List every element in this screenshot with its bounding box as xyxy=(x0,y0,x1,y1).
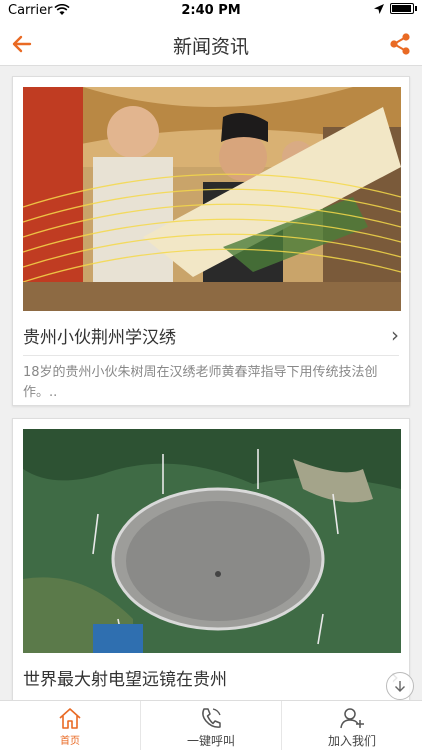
home-icon xyxy=(59,708,81,729)
battery-icon xyxy=(390,3,417,14)
scroll-to-bottom-button[interactable] xyxy=(386,672,414,700)
radio-telescope-photo xyxy=(23,429,401,653)
tab-label: 加入我们 xyxy=(327,734,376,748)
share-icon[interactable] xyxy=(386,30,414,58)
embroidery-photo xyxy=(23,87,401,311)
chevron-right-icon[interactable]: › xyxy=(391,323,399,347)
news-list[interactable]: 贵州小伙荆州学汉绣 › 18岁的贵州小伙朱树周在汉绣老师黄春萍指导下用传统技法创… xyxy=(0,66,422,700)
tab-call[interactable]: 一键呼叫 xyxy=(140,701,281,750)
tab-label: 首页 xyxy=(60,736,80,747)
news-card[interactable]: 贵州小伙荆州学汉绣 › 18岁的贵州小伙朱树周在汉绣老师黄春萍指导下用传统技法创… xyxy=(12,76,410,406)
article-headline[interactable]: 世界最大射电望远镜在贵州 xyxy=(23,665,227,690)
location-arrow-icon xyxy=(374,3,384,14)
news-card[interactable]: 世界最大射电望远镜在贵州 › xyxy=(12,418,410,700)
divider xyxy=(23,355,399,356)
phone-icon xyxy=(202,708,221,728)
tab-bar: 首页 一键呼叫 加入我们 xyxy=(0,700,422,750)
tab-join-us[interactable]: 加入我们 xyxy=(281,701,422,750)
article-headline[interactable]: 贵州小伙荆州学汉绣 xyxy=(23,323,176,348)
page-title: 新闻资讯 xyxy=(172,36,249,58)
chevron-down-icon xyxy=(395,681,405,692)
status-time: 2:40 PM xyxy=(181,3,241,18)
tab-home[interactable]: 首页 xyxy=(0,701,140,750)
navigation-bar: 新闻资讯 xyxy=(0,22,422,66)
add-user-icon xyxy=(340,708,364,729)
article-summary: 18岁的贵州小伙朱树周在汉绣老师黄春萍指导下用传统技法创作。.. xyxy=(23,365,378,400)
status-bar: Carrier 2:40 PM xyxy=(0,0,422,22)
tab-label: 一键呼叫 xyxy=(186,734,235,748)
